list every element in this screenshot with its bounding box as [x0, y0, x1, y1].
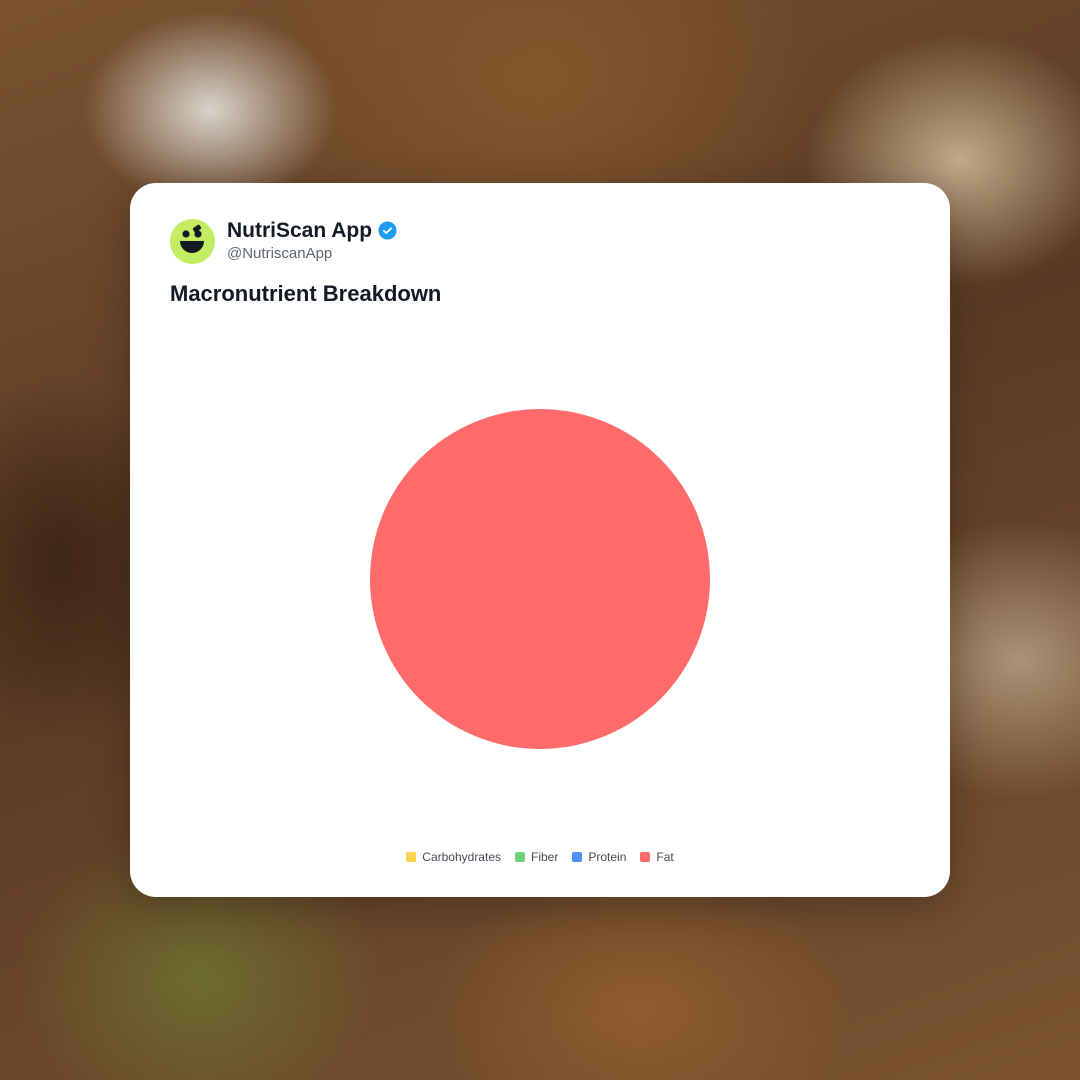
- chart-legend: Carbohydrates Fiber Protein Fat: [130, 850, 950, 864]
- legend-swatch-fat: [640, 852, 651, 862]
- legend-label-carbohydrates: Carbohydrates: [422, 850, 501, 864]
- legend-item-carbohydrates[interactable]: Carbohydrates: [406, 850, 501, 864]
- pie-chart: [370, 409, 710, 749]
- pie-slice-fat[interactable]: [370, 409, 710, 749]
- legend-swatch-protein: [572, 852, 583, 862]
- post-card: NutriScan App @NutriscanApp Macronutrien…: [130, 183, 950, 897]
- legend-label-fat: Fat: [656, 850, 674, 864]
- legend-item-protein[interactable]: Protein: [572, 850, 626, 864]
- legend-swatch-carbohydrates: [406, 852, 417, 862]
- legend-item-fiber[interactable]: Fiber: [515, 850, 558, 864]
- legend-item-fat[interactable]: Fat: [640, 850, 674, 864]
- legend-label-protein: Protein: [588, 850, 627, 864]
- legend-label-fiber: Fiber: [531, 850, 559, 864]
- legend-swatch-fiber: [515, 852, 525, 862]
